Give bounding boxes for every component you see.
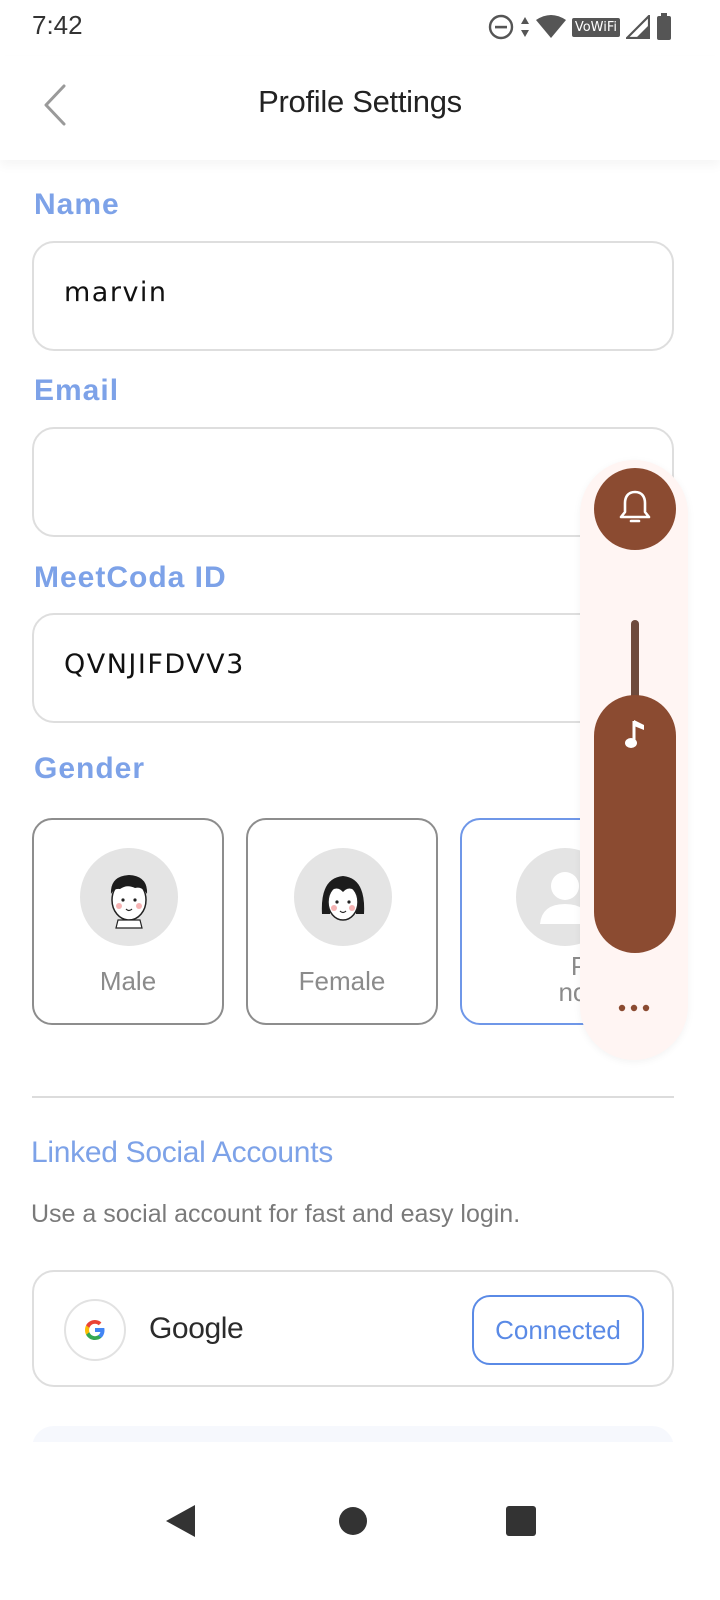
name-field[interactable]: marvin [32, 241, 674, 351]
more-dots-icon [610, 1004, 658, 1024]
page-title: Profile Settings [258, 84, 462, 119]
do-not-disturb-icon [488, 14, 514, 40]
volume-track[interactable] [631, 620, 639, 700]
battery-icon [656, 13, 672, 41]
meetcoda-id-value: QVNJIFDVV3 [64, 649, 245, 680]
nav-back-button[interactable] [162, 1502, 198, 1545]
name-label: Name [34, 188, 120, 221]
linked-social-accounts-description: Use a social account for fast and easy l… [31, 1200, 521, 1228]
female-avatar-icon [294, 848, 392, 946]
google-logo-icon [64, 1299, 126, 1361]
back-triangle-icon [162, 1505, 198, 1544]
nav-home-button[interactable] [338, 1506, 368, 1541]
data-arrows-icon [520, 16, 530, 38]
linked-social-accounts-title: Linked Social Accounts [31, 1136, 333, 1169]
gender-label: Gender [34, 752, 146, 785]
male-avatar-icon [80, 848, 178, 946]
gender-option-label: Female [298, 966, 386, 996]
google-account-row: Google Connected [32, 1270, 674, 1387]
wifi-icon [535, 15, 566, 39]
gender-option-male[interactable]: Male [32, 818, 224, 1025]
status-time: 7:42 [32, 10, 83, 40]
recents-square-icon [506, 1506, 536, 1540]
gender-option-female[interactable]: Female [246, 818, 438, 1025]
bell-icon [615, 488, 655, 533]
ringer-mode-button[interactable] [594, 468, 676, 550]
email-field[interactable] [32, 427, 674, 537]
email-label: Email [34, 374, 120, 407]
meetcoda-id-label: MeetCoda ID [34, 561, 227, 594]
google-connected-button[interactable]: Connected [472, 1295, 644, 1365]
volume-panel [580, 460, 688, 1060]
system-nav-bar [0, 1470, 720, 1570]
status-bar: 7:42 VoWiFi [0, 0, 720, 56]
section-divider [32, 1096, 674, 1098]
media-volume-slider[interactable] [594, 695, 676, 953]
signal-icon [626, 15, 650, 39]
google-provider-name: Google [149, 1312, 244, 1345]
volume-more-button[interactable] [610, 990, 658, 1020]
home-circle-icon [338, 1507, 368, 1540]
gender-option-label: Male [99, 966, 157, 996]
nav-recents-button[interactable] [506, 1506, 536, 1541]
status-icons: VoWiFi [488, 12, 672, 42]
meetcoda-id-field[interactable]: QVNJIFDVV3 [32, 613, 674, 723]
vowifi-icon: VoWiFi [571, 17, 620, 37]
music-note-icon [624, 717, 648, 758]
name-value: marvin [64, 277, 168, 308]
app-header: Profile Settings [0, 56, 720, 160]
